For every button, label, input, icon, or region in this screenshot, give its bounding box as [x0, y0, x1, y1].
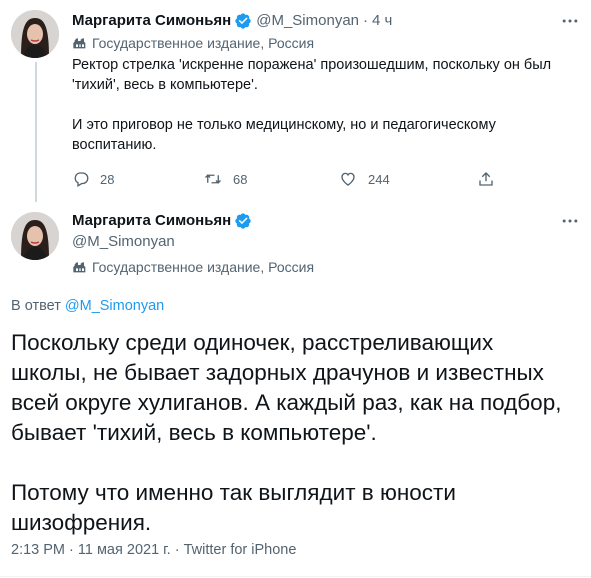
retweet-icon — [205, 174, 221, 184]
retweet-button[interactable]: 68 — [203, 170, 247, 188]
reply-button[interactable]: 28 — [72, 170, 114, 188]
author-handle[interactable]: @M_Simonyan — [256, 11, 359, 31]
state-media-label-text: Государственное издание, Россия — [92, 35, 315, 51]
more-options-icon[interactable] — [560, 11, 580, 31]
tweet-header: Маргарита Симоньян @M_Simonyan · 4 ч — [72, 11, 392, 31]
state-media-label-text: Государственное издание, Россия — [92, 259, 315, 275]
tweet-time[interactable]: 4 ч — [372, 11, 392, 31]
tweet-timestamp[interactable]: 2:13 PM · 11 мая 2021 г. · Twitter for i… — [11, 542, 296, 558]
replying-to-handle-link[interactable]: @M_Simonyan — [65, 298, 164, 314]
bottom-divider — [0, 576, 591, 577]
tweet-header: Маргарита Симоньян — [72, 211, 256, 231]
tweet-2[interactable]: Маргарита Симоньян @M_Simonyan Государст… — [0, 200, 591, 578]
state-media-icon — [73, 38, 86, 49]
reply-count: 28 — [100, 171, 115, 187]
replying-to: В ответ @M_Simonyan — [11, 298, 164, 314]
like-count: 244 — [368, 171, 390, 187]
like-button[interactable]: 244 — [338, 170, 390, 188]
verified-badge-icon — [235, 13, 251, 29]
author-handle[interactable]: @M_Simonyan — [72, 233, 175, 250]
separator-dot: · — [363, 12, 369, 29]
avatar[interactable] — [11, 10, 59, 58]
state-media-label[interactable]: Государственное издание, Россия — [72, 35, 314, 51]
author-name[interactable]: Маргарита Симоньян — [72, 11, 231, 31]
author-name[interactable]: Маргарита Симоньян — [72, 211, 231, 231]
share-button[interactable] — [477, 170, 505, 188]
tweet-text: Поскольку среди одиночек, расстреливающи… — [11, 330, 562, 535]
verified-badge-icon — [235, 213, 251, 229]
tweet-text: Ректор стрелка 'искренне поражена' произ… — [72, 57, 552, 153]
share-icon — [479, 172, 493, 186]
tweet-1[interactable]: Маргарита Симоньян @M_Simonyan · 4 ч Гос… — [0, 0, 591, 202]
state-media-label[interactable]: Государственное издание, Россия — [72, 259, 314, 275]
reply-icon — [74, 172, 89, 187]
avatar[interactable] — [11, 212, 59, 260]
retweet-count: 68 — [233, 171, 248, 187]
tweet-actions: 28 68 244 — [72, 170, 582, 190]
state-media-icon — [73, 262, 86, 273]
more-options-icon[interactable] — [560, 211, 580, 231]
heart-icon — [341, 172, 355, 186]
thread-line — [35, 62, 37, 202]
avatar-image — [11, 212, 59, 260]
avatar-image — [11, 10, 59, 58]
replying-to-prefix: В ответ — [11, 298, 65, 314]
